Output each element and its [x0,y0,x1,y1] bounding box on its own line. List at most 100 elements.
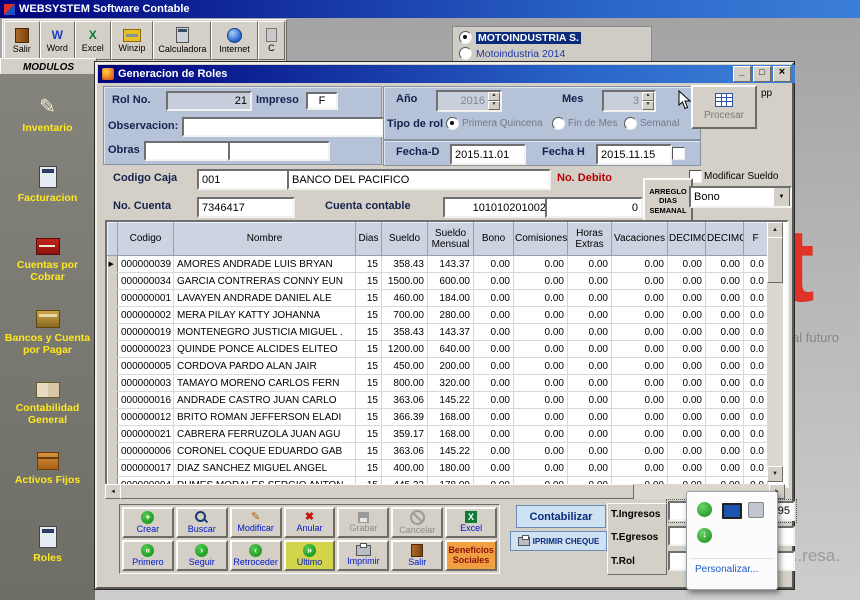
maximize-button[interactable] [753,66,771,82]
table-row[interactable]: 000000016 ANDRADE CASTRO JUAN CARLO 15 3… [108,392,768,409]
toolbar-button-winzip[interactable]: Winzip [111,21,154,60]
grid-vertical-scrollbar[interactable] [767,222,783,482]
grid-horizontal-scrollbar[interactable] [105,484,785,499]
cell-vacaciones: 0.00 [612,256,668,273]
table-row[interactable]: 000000003 TAMAYO MORENO CARLOS FERN 15 8… [108,375,768,392]
dropdown-arrow-icon[interactable] [773,187,790,207]
obras-input-2[interactable] [228,141,330,161]
personalizar-link[interactable]: Personalizar... [695,564,758,575]
sidebar-item-contabilidad[interactable]: Contabilidad General [0,382,95,426]
observacion-label: Observacion: [108,120,178,132]
fecha-h-input[interactable]: 2015.11.15 [596,144,672,165]
scroll-up-arrow-icon[interactable] [767,222,783,238]
cell-horas-extras: 0.00 [568,409,612,426]
employees-grid: Codigo Nombre Dias Sueldo Sueldo Mensual… [105,220,789,488]
excel-export-button[interactable]: Excel [445,507,497,538]
toolbar-button-word[interactable]: Word [40,21,76,60]
cell-bono: 0.00 [474,256,514,273]
banco-input[interactable]: BANCO DEL PACIFICO [287,169,551,190]
sidebar-item-roles[interactable]: Roles [0,526,95,564]
cell-sueldo: 1200.00 [382,341,428,358]
grid-header-decimo-1: DECIMO [668,223,706,256]
tray-update-icon[interactable] [697,528,712,543]
toolbar-label-word: Word [47,43,68,53]
scroll-down-arrow-icon[interactable] [767,466,783,482]
sidebar-item-cuentas-por-cobrar[interactable]: Cuentas por Cobrar [0,238,95,283]
toolbar-button-internet[interactable]: Internet [211,21,258,60]
ultimo-label: Ultimo [297,558,323,568]
toolbar-button-excel[interactable]: Excel [75,21,111,60]
sidebar-item-bancos[interactable]: Bancos y Cuenta por Pagar [0,310,95,356]
contabilizar-button[interactable]: Contabilizar [516,505,606,528]
fecha-checkbox[interactable] [672,147,685,160]
tray-display-icon[interactable] [722,503,742,519]
table-row[interactable]: 000000002 MERA PILAY KATTY JOHANNA 15 70… [108,307,768,324]
cell-decimo-2: 0.00 [706,256,744,273]
cell-dias: 15 [356,426,382,443]
cuenta-aux-input[interactable]: 0 [545,197,643,218]
seguir-button[interactable]: Seguir [176,540,228,571]
scroll-left-arrow-icon[interactable] [105,484,121,499]
table-row[interactable]: 000000017 DIAZ SANCHEZ MIGUEL ANGEL 15 4… [108,460,768,477]
cell-sueldo: 460.00 [382,290,428,307]
buscar-button[interactable]: Buscar [176,507,228,538]
table-row[interactable]: 000000001 LAVAYEN ANDRADE DANIEL ALE 15 … [108,290,768,307]
bono-select[interactable]: Bono [689,186,792,208]
no-cuenta-input[interactable]: 7346417 [197,197,295,218]
sidebar-item-inventario[interactable]: Inventario [0,96,95,134]
cuenta-contable-label: Cuenta contable [325,200,411,212]
modificar-button[interactable]: Modificar [230,507,282,538]
beneficios-sociales-button[interactable]: Beneficios Sociales [445,540,497,571]
table-row[interactable]: 000000021 CABRERA FERRUZOLA JUAN AGU 15 … [108,426,768,443]
table-row[interactable]: 000000023 QUINDE PONCE ALCIDES ELITEO 15… [108,341,768,358]
cell-horas-extras: 0.00 [568,256,612,273]
close-button[interactable] [773,66,791,82]
table-row[interactable]: 000000039 AMORES ANDRADE LUIS BRYAN 15 3… [108,256,768,273]
table-row[interactable]: 000000034 GARCIA CONTRERAS CONNY EUN 15 … [108,273,768,290]
sidebar-item-facturacion[interactable]: Facturacion [0,166,95,204]
procesar-grid-icon [715,93,733,107]
imprimir-cheque-label: IPRIMIR CHEQUE [533,537,600,546]
radio-semanal-label: Semanal [640,118,679,129]
excel-icon [89,29,97,42]
modulos-header-label: MODULOS [23,62,74,73]
cell-horas-extras: 0.00 [568,290,612,307]
arreglo-dias-button[interactable]: ARREGLO DIAS SEMANAL [643,178,693,224]
minimize-button[interactable] [733,66,751,82]
obras-input-1[interactable] [144,141,236,161]
table-row[interactable]: 000000019 MONTENEGRO JUSTICIA MIGUEL . 1… [108,324,768,341]
vertical-scroll-thumb[interactable] [767,237,783,283]
row-selector [108,460,118,477]
company-option-selected[interactable]: MOTOINDUSTRIA S. [459,31,645,44]
cell-bono: 0.00 [474,460,514,477]
crear-button[interactable]: Crear [122,507,174,538]
tray-device-icon[interactable] [748,502,764,518]
table-row[interactable]: 000000005 CORDOVA PARDO ALAN JAIR 15 450… [108,358,768,375]
ultimo-button[interactable]: Ultimo [284,540,336,571]
toolbar-button-salir[interactable]: Salir [4,21,40,60]
cell-sueldo-mensual: 168.00 [428,426,474,443]
retroceder-button[interactable]: Retroceder [230,540,282,571]
imprimir-cheque-button[interactable]: IPRIMIR CHEQUE [510,531,607,551]
toolbar-button-calculadora[interactable]: Calculadora [153,21,211,60]
salir-dialog-button[interactable]: Salir [391,540,443,571]
table-row[interactable]: 000000006 CORONEL COQUE EDUARDO GAB 15 3… [108,443,768,460]
cuenta-contable-input[interactable]: 101010201002 [443,197,551,218]
horizontal-scroll-thumb[interactable] [120,484,634,499]
anular-button[interactable]: Anular [284,507,336,538]
toolbar-button-clipped[interactable]: C [258,21,285,60]
fecha-d-input[interactable]: 2015.11.01 [450,144,526,165]
company-option-unselected[interactable]: Motoindustria 2014 [459,47,645,60]
imprimir-button[interactable]: Imprimir [337,540,389,571]
tray-shield-icon[interactable] [697,502,712,517]
toolbar-label-excel: Excel [82,43,104,53]
table-row[interactable]: 000000012 BRITO ROMAN JEFFERSON ELADI 15… [108,409,768,426]
sidebar-item-activos-fijos[interactable]: Activos Fijos [0,452,95,486]
observacion-input[interactable] [182,117,384,137]
primero-button[interactable]: Primero [122,540,174,571]
cell-decimo-1: 0.00 [668,307,706,324]
codigo-caja-input[interactable]: 001 [197,169,295,190]
procesar-button[interactable]: Procesar [691,85,757,129]
radio-primera-quincena: Primera Quincena [446,117,543,130]
row-selector [108,307,118,324]
